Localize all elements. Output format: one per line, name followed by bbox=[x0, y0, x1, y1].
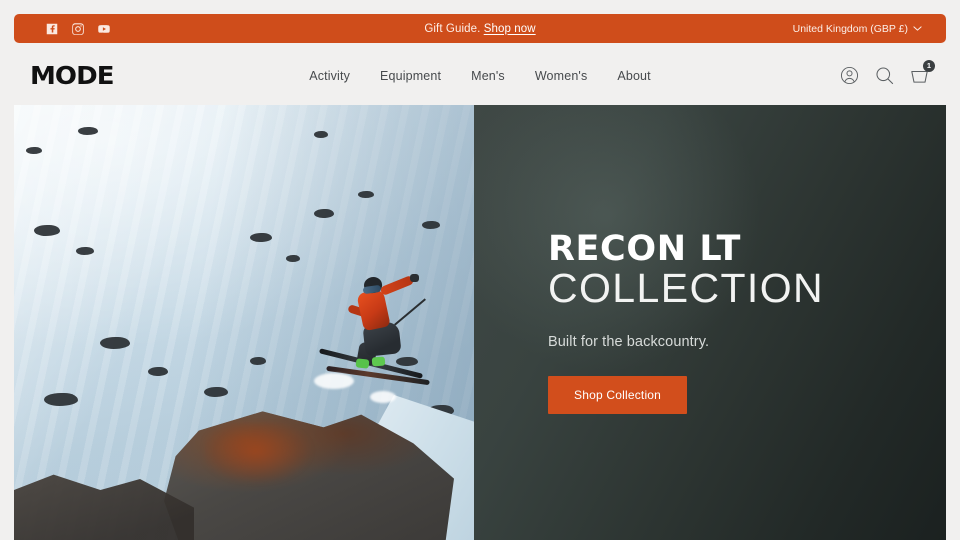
hero-title-primary: RECON LT bbox=[548, 229, 741, 270]
hero-title-secondary: COLLECTION bbox=[548, 264, 824, 311]
site-header: MODE Activity Equipment Men's Women's Ab… bbox=[0, 47, 960, 104]
hero-image-skier bbox=[318, 273, 430, 389]
hero-image-outcrop-lichen bbox=[204, 423, 334, 493]
social-links bbox=[45, 22, 111, 36]
storefront-page: Gift Guide. Shop now United Kingdom (GBP… bbox=[0, 0, 960, 540]
hero-banner: RECON LT COLLECTION Built for the backco… bbox=[14, 105, 946, 540]
cart-count-badge: 1 bbox=[923, 60, 935, 72]
nav-item-equipment[interactable]: Equipment bbox=[380, 69, 441, 83]
shop-collection-button[interactable]: Shop Collection bbox=[548, 375, 688, 414]
nav-item-about[interactable]: About bbox=[617, 69, 650, 83]
hero-image-rock bbox=[26, 147, 42, 154]
hero-image-rock bbox=[34, 225, 60, 236]
locale-label: United Kingdom (GBP £) bbox=[792, 22, 908, 35]
hero-image-rock bbox=[250, 233, 272, 242]
hero-image-rock bbox=[204, 387, 228, 397]
announcement-text: Gift Guide. bbox=[424, 22, 481, 35]
brand-logo[interactable]: MODE bbox=[30, 63, 115, 88]
hero-image-rock bbox=[100, 337, 130, 349]
main-navigation: Activity Equipment Men's Women's About bbox=[0, 69, 960, 83]
hero-image-rock bbox=[286, 255, 300, 262]
instagram-icon[interactable] bbox=[71, 22, 85, 36]
hero-image-snow-spray bbox=[370, 391, 396, 403]
nav-item-mens[interactable]: Men's bbox=[471, 69, 505, 83]
facebook-icon[interactable] bbox=[45, 22, 59, 36]
nav-item-womens[interactable]: Women's bbox=[535, 69, 588, 83]
chevron-down-icon bbox=[913, 24, 922, 33]
youtube-icon[interactable] bbox=[97, 22, 111, 36]
hero-image-rock bbox=[358, 191, 374, 198]
hero-image-snow-spray bbox=[314, 373, 354, 389]
nav-item-activity[interactable]: Activity bbox=[309, 69, 350, 83]
account-icon[interactable] bbox=[839, 65, 860, 86]
hero-image-rock bbox=[422, 221, 440, 229]
locale-selector[interactable]: United Kingdom (GBP £) bbox=[793, 23, 930, 35]
hero-image-rock bbox=[78, 127, 98, 135]
hero-image-rock bbox=[314, 209, 334, 218]
hero-image-rock bbox=[148, 367, 168, 376]
hero-subtitle: Built for the backcountry. bbox=[548, 333, 710, 350]
hero-image-rock bbox=[44, 393, 78, 406]
hero-image-rock bbox=[76, 247, 94, 255]
hero-content-panel: RECON LT COLLECTION Built for the backco… bbox=[474, 105, 946, 540]
hero-image-rock bbox=[250, 357, 266, 365]
announcement-shop-now-link[interactable]: Shop now bbox=[484, 23, 536, 35]
announcement-bar: Gift Guide. Shop now United Kingdom (GBP… bbox=[14, 14, 946, 43]
hero-image bbox=[14, 105, 474, 540]
hero-image-rock bbox=[314, 131, 328, 138]
header-actions: 1 bbox=[839, 60, 935, 86]
search-icon[interactable] bbox=[874, 65, 895, 86]
cart-icon[interactable]: 1 bbox=[909, 60, 935, 86]
